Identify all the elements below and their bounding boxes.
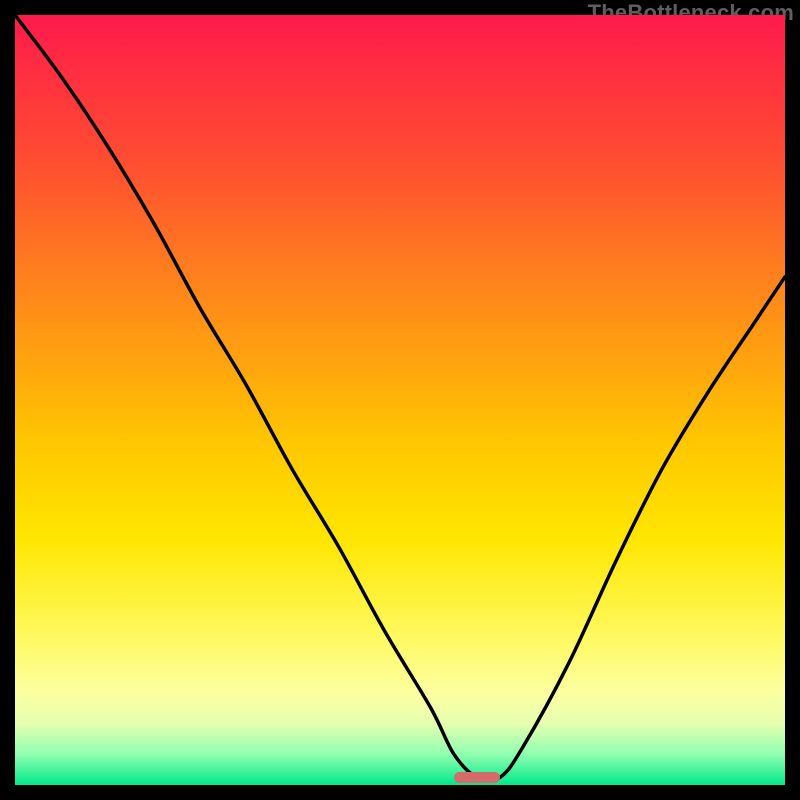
minimum-marker — [454, 772, 500, 784]
bottleneck-curve — [15, 15, 785, 785]
plot-area — [15, 15, 785, 785]
chart-frame: TheBottleneck.com — [0, 0, 800, 800]
